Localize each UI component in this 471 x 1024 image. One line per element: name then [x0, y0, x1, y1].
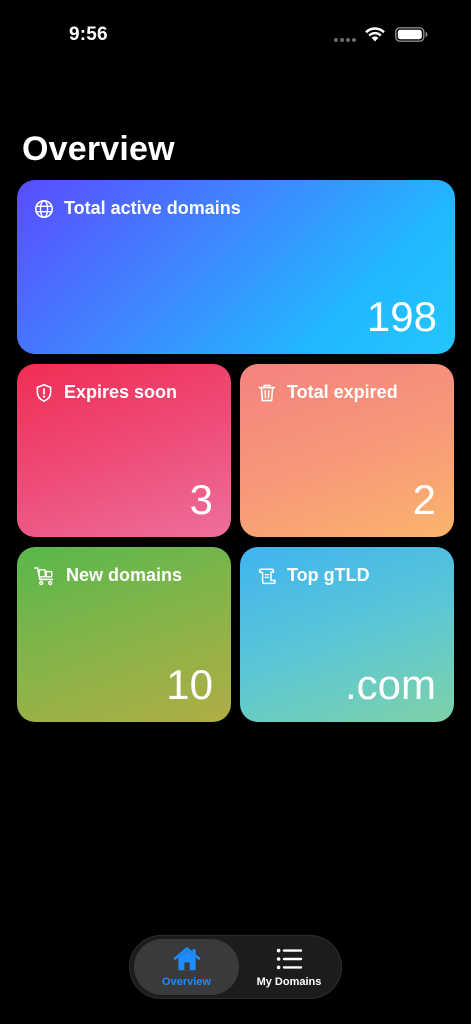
wifi-icon	[365, 27, 385, 42]
cart-icon	[34, 566, 53, 585]
card-header: New domains	[34, 565, 182, 586]
card-label: New domains	[66, 565, 183, 585]
top-gtld-card[interactable]: Top gTLD .com	[240, 547, 454, 722]
card-label: Total active domains	[64, 198, 241, 218]
house-icon	[173, 947, 200, 971]
status-time: 9:56	[69, 24, 108, 45]
new-domains-card[interactable]: New domains 10	[17, 547, 231, 722]
card-value: .com	[344, 661, 436, 708]
card-value: 2	[412, 476, 436, 523]
total-active-domains-card[interactable]: Total active domains 198	[17, 180, 455, 354]
card-header: Top gTLD	[257, 565, 370, 586]
signal-dots-icon	[334, 38, 356, 42]
page-title: Overview	[22, 130, 175, 168]
tab-bar: Overview My Domains	[129, 935, 342, 999]
card-label: Top gTLD	[287, 565, 370, 585]
tab-overview[interactable]: Overview	[134, 939, 239, 995]
globe-icon	[35, 199, 53, 218]
card-label: Expires soon	[64, 382, 178, 402]
card-header: Total active domains	[34, 198, 241, 219]
card-header: Expires soon	[34, 382, 177, 403]
scroll-icon	[258, 567, 276, 584]
shield-alert-icon	[36, 383, 52, 402]
expires-soon-card[interactable]: Expires soon 3	[17, 364, 231, 537]
card-value: 3	[189, 476, 213, 523]
list-icon	[276, 948, 303, 970]
tab-label: Overview	[162, 976, 211, 988]
total-expired-card[interactable]: Total expired 2	[240, 364, 454, 537]
card-value: 10	[166, 661, 213, 708]
tab-my-domains[interactable]: My Domains	[239, 939, 339, 995]
tab-label: My Domains	[256, 976, 322, 988]
trash-icon	[258, 384, 276, 401]
card-label: Total expired	[287, 382, 398, 402]
status-bar: 9:56	[0, 0, 471, 70]
card-value: 198	[366, 293, 437, 340]
card-header: Total expired	[257, 382, 398, 403]
battery-icon	[395, 27, 428, 42]
